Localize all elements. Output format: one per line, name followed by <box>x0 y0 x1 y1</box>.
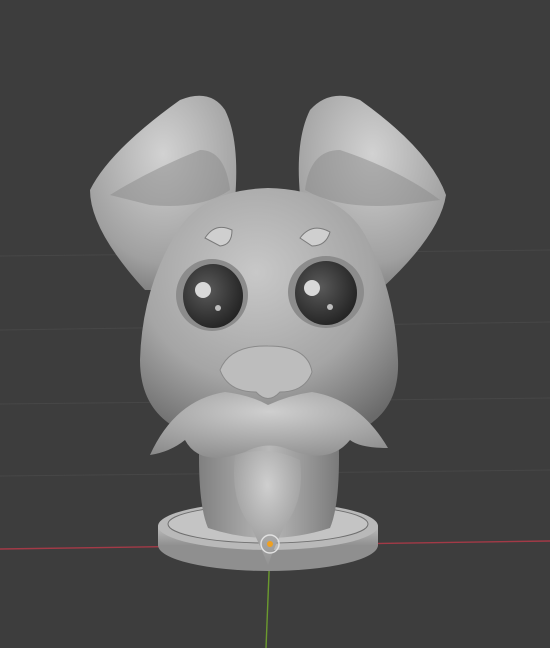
viewport-canvas[interactable] <box>0 0 550 648</box>
3d-viewport[interactable] <box>0 0 550 648</box>
right-eye <box>288 256 364 328</box>
left-eye <box>176 259 248 331</box>
sculpted-dog-bust[interactable] <box>90 95 446 571</box>
